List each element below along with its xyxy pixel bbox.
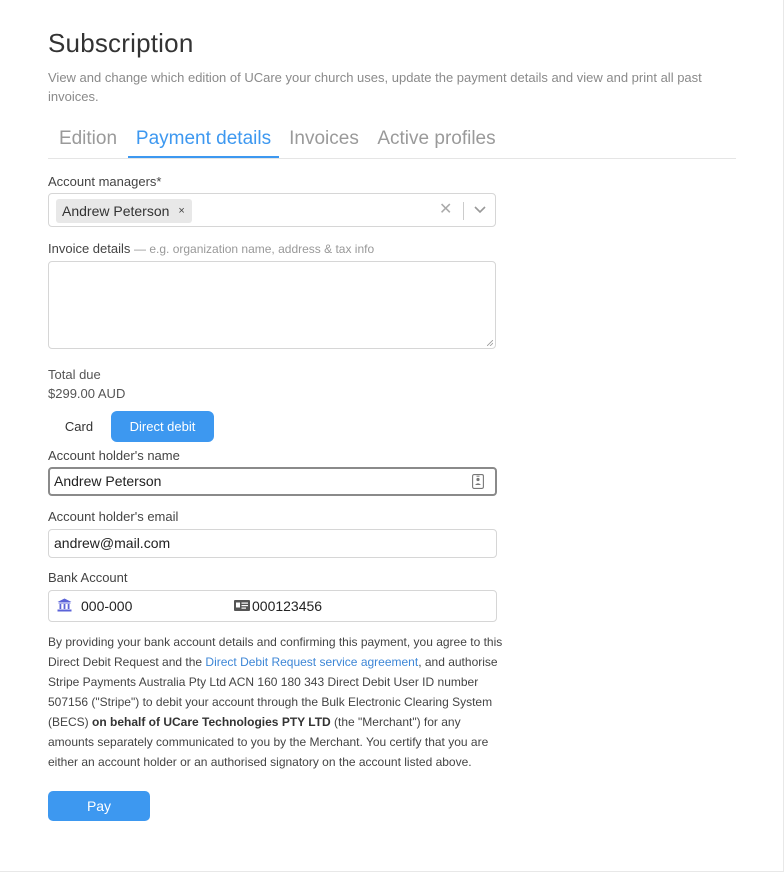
remove-chip-icon[interactable]: × <box>178 199 184 223</box>
payment-method-direct-debit[interactable]: Direct debit <box>111 411 214 442</box>
contact-card-icon[interactable] <box>472 474 484 489</box>
tab-bar: Edition Payment details Invoices Active … <box>48 122 736 159</box>
account-managers-label: Account managers* <box>48 174 162 189</box>
tab-payment-details[interactable]: Payment details <box>128 122 279 158</box>
page-title: Subscription <box>48 28 194 58</box>
service-agreement-link[interactable]: Direct Debit Request service agreement <box>205 655 418 669</box>
bsb-value[interactable]: 000-000 <box>81 591 132 621</box>
holder-name-value: Andrew Peterson <box>54 473 162 489</box>
invoice-details-hint: — e.g. organization name, address & tax … <box>134 242 375 256</box>
legal-text-merchant: on behalf of UCare Technologies PTY LTD <box>92 715 331 729</box>
invoice-details-label: Invoice details — e.g. organization name… <box>48 241 374 256</box>
holder-email-input[interactable]: andrew@mail.com <box>48 529 497 558</box>
tab-invoices[interactable]: Invoices <box>284 122 364 157</box>
bank-account-input[interactable]: 000-000 000123456 <box>48 590 497 622</box>
select-divider <box>463 202 464 220</box>
chevron-down-icon[interactable] <box>473 203 487 217</box>
invoice-details-label-text: Invoice details <box>48 241 131 256</box>
invoice-details-textarea[interactable] <box>48 261 496 349</box>
holder-name-label: Account holder's name <box>48 448 180 463</box>
pay-button[interactable]: Pay <box>48 791 150 821</box>
clear-selection-icon[interactable]: ✕ <box>439 200 452 220</box>
bank-icon <box>57 598 72 612</box>
resize-handle-icon[interactable] <box>487 340 493 346</box>
subscription-page: Subscription View and change which editi… <box>0 0 784 872</box>
holder-email-value: andrew@mail.com <box>54 535 171 551</box>
total-due-label: Total due <box>48 367 101 382</box>
id-card-icon <box>234 600 250 611</box>
tab-edition[interactable]: Edition <box>48 122 128 157</box>
holder-name-input[interactable]: Andrew Peterson <box>48 467 497 496</box>
direct-debit-legal-text: By providing your bank account details a… <box>48 632 508 772</box>
holder-email-label: Account holder's email <box>48 509 179 524</box>
account-number-value[interactable]: 000123456 <box>252 591 322 621</box>
total-due-amount: $299.00 AUD <box>48 386 126 401</box>
account-managers-select[interactable]: Andrew Peterson × ✕ <box>48 193 496 227</box>
tab-active-profiles[interactable]: Active profiles <box>374 122 499 157</box>
page-subtitle: View and change which edition of UCare y… <box>48 70 702 104</box>
bank-account-label: Bank Account <box>48 570 128 585</box>
selected-manager-chip: Andrew Peterson × <box>56 199 192 223</box>
chip-label: Andrew Peterson <box>62 203 170 219</box>
payment-method-card[interactable]: Card <box>48 411 110 442</box>
